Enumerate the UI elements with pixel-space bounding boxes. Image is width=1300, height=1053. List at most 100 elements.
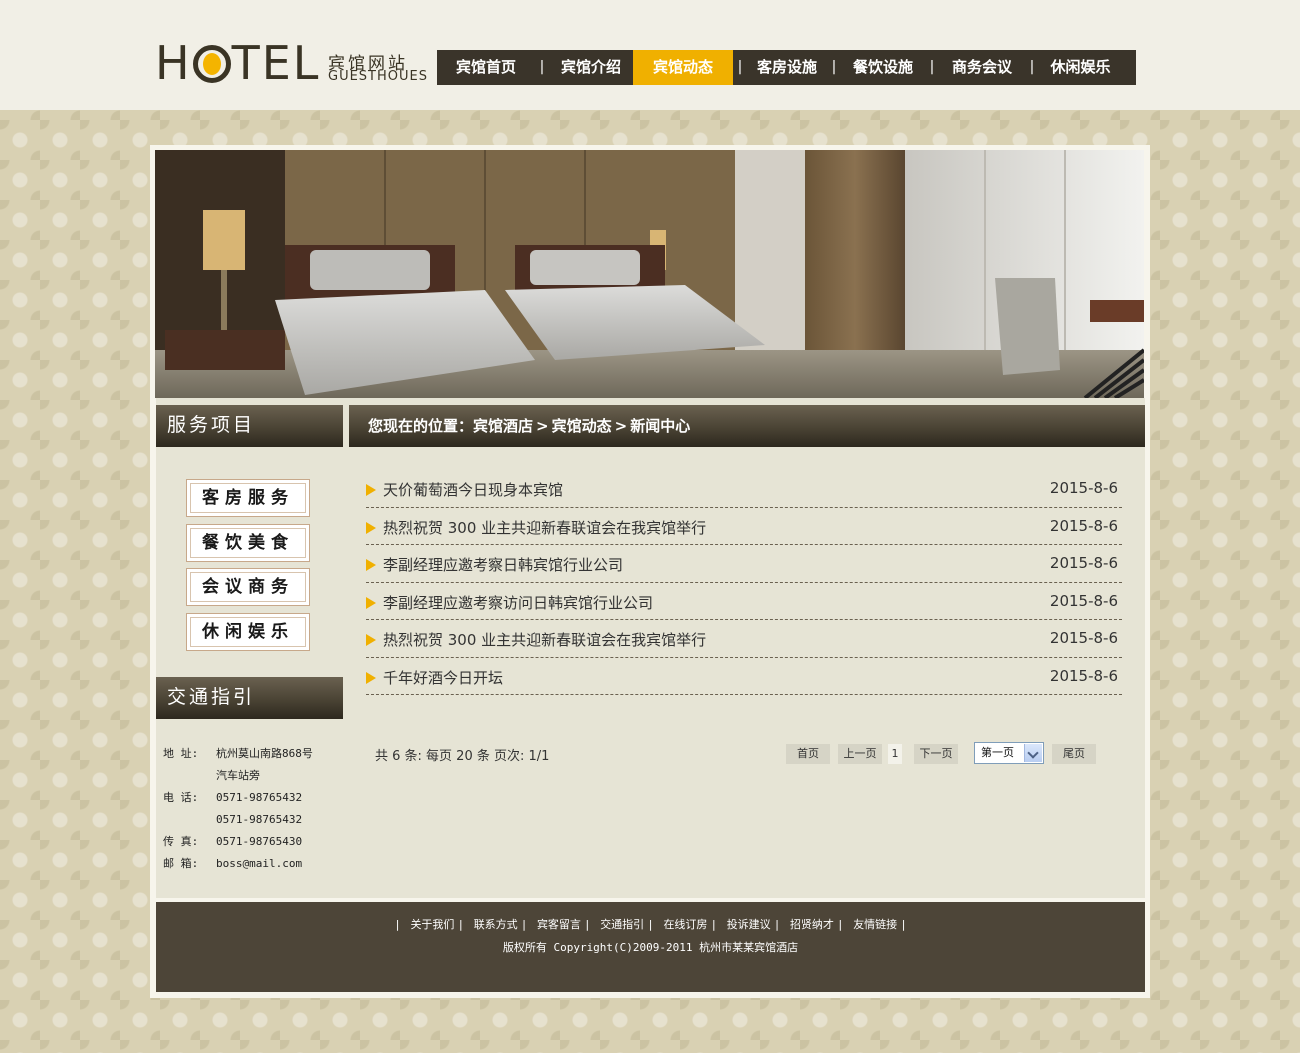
address-label: 地 址: xyxy=(163,747,199,760)
pager-first-button[interactable]: 首页 xyxy=(786,744,830,764)
bullet-triangle-icon xyxy=(366,484,376,496)
footer-link-feedback[interactable]: 投诉建议 xyxy=(727,918,771,931)
news-title[interactable]: 李副经理应邀考察日韩宾馆行业公司 xyxy=(383,554,623,575)
footer-separator: | xyxy=(836,918,844,931)
breadcrumb-item-hotel[interactable]: 宾馆酒店 xyxy=(473,417,533,435)
traffic-heading: 交通指引 xyxy=(156,677,343,719)
news-title[interactable]: 热烈祝贺 300 业主共迎新春联谊会在我宾馆举行 xyxy=(383,517,706,538)
breadcrumb-prefix: 您现在的位置： xyxy=(368,417,474,435)
main-nav: 宾馆首页 | 宾馆介绍 宾馆动态 | 客房设施 | 餐饮设施 | 商务会议 | … xyxy=(437,50,1136,85)
news-item[interactable]: 李副经理应邀考察日韩宾馆行业公司 2015-8-6 xyxy=(366,545,1122,583)
bullet-triangle-icon xyxy=(366,521,376,534)
news-item[interactable]: 李副经理应邀考察访问日韩宾馆行业公司 2015-8-6 xyxy=(366,583,1122,620)
service-button-label: 餐饮美食 xyxy=(190,528,306,558)
bullet-triangle-icon xyxy=(366,634,376,646)
breadcrumb-separator: > xyxy=(614,417,628,435)
news-title[interactable]: 天价葡萄酒今日现身本宾馆 xyxy=(383,479,563,500)
news-item[interactable]: 热烈祝贺 300 业主共迎新春联谊会在我宾馆举行 2015-8-6 xyxy=(366,620,1122,658)
nav-item-dining[interactable]: 餐饮设施 xyxy=(841,50,925,85)
pager-summary: 共 6 条: 每页 20 条 页次: 1/1 xyxy=(375,749,550,764)
footer-link-directions[interactable]: 交通指引 xyxy=(600,918,644,931)
phone-1: 0571-98765432 xyxy=(216,791,303,804)
pager-select-value: 第一页 xyxy=(981,746,1014,759)
nav-separator: | xyxy=(929,59,935,75)
hotel-room-banner xyxy=(155,150,1144,398)
pager-current-page: 1 xyxy=(888,744,902,764)
footer-separator: | xyxy=(710,918,718,931)
nav-item-business[interactable]: 商务会议 xyxy=(939,50,1025,85)
footer-separator: | xyxy=(394,918,401,931)
service-button-meetings[interactable]: 会议商务 xyxy=(186,568,310,606)
logo-en-subtitle: GUESTHOUES xyxy=(328,69,428,84)
nav-separator: | xyxy=(1029,59,1035,75)
news-date: 2015-8-6 xyxy=(1049,479,1118,497)
address-line1: 杭州莫山南路868号 xyxy=(216,747,313,760)
pager-page-select[interactable]: 第一页 xyxy=(974,742,1044,764)
footer-copyright: 版权所有 Copyright(C)2009-2011 杭州市某某宾馆酒店 xyxy=(502,941,799,954)
bullet-triangle-icon xyxy=(366,559,376,571)
logo-o-mark xyxy=(192,45,231,83)
site-footer: | 关于我们 | 联系方式 | 宾客留言 | 交通指引 | 在线订房 | 投诉建议 | 招贤… xyxy=(156,902,1145,992)
service-button-rooms[interactable]: 客房服务 xyxy=(186,479,310,517)
service-button-leisure[interactable]: 休闲娱乐 xyxy=(186,613,310,651)
nav-item-leisure[interactable]: 休闲娱乐 xyxy=(1039,50,1122,85)
footer-link-guestbook[interactable]: 宾客留言 xyxy=(537,918,581,931)
news-title[interactable]: 李副经理应邀考察访问日韩宾馆行业公司 xyxy=(383,592,653,613)
service-button-dining[interactable]: 餐饮美食 xyxy=(186,524,310,562)
nav-separator: | xyxy=(831,59,837,75)
news-item[interactable]: 天价葡萄酒今日现身本宾馆 2015-8-6 xyxy=(366,470,1122,508)
footer-link-jobs[interactable]: 招贤纳才 xyxy=(790,918,834,931)
nav-item-about[interactable]: 宾馆介绍 xyxy=(549,50,633,85)
news-date: 2015-8-6 xyxy=(1049,666,1118,685)
nav-separator: | xyxy=(737,59,743,75)
breadcrumb-item-newscenter: 新闻中心 xyxy=(630,417,691,435)
email-address[interactable]: boss@mail.com xyxy=(216,857,302,870)
footer-separator: | xyxy=(773,918,781,931)
bullet-triangle-icon xyxy=(366,671,376,684)
footer-separator: | xyxy=(900,918,907,931)
email-label: 邮 箱: xyxy=(163,857,199,870)
footer-separator: | xyxy=(457,918,465,931)
breadcrumb-item-news[interactable]: 宾馆动态 xyxy=(552,417,612,435)
pager-last-button[interactable]: 尾页 xyxy=(1052,744,1096,764)
footer-separator: | xyxy=(583,918,591,931)
news-date: 2015-8-6 xyxy=(1049,629,1118,647)
breadcrumb-separator: > xyxy=(536,417,549,435)
footer-link-about[interactable]: 关于我们 xyxy=(410,918,454,931)
news-item[interactable]: 热烈祝贺 300 业主共迎新春联谊会在我宾馆举行 2015-8-6 xyxy=(366,508,1122,545)
nav-item-news[interactable]: 宾馆动态 xyxy=(633,50,733,85)
news-date: 2015-8-6 xyxy=(1049,516,1118,535)
pager-next-button[interactable]: 下一页 xyxy=(914,744,958,764)
news-date: 2015-8-6 xyxy=(1049,591,1118,610)
footer-links: | 关于我们 | 联系方式 | 宾客留言 | 交通指引 | 在线订房 | 投诉建议 | 招贤… xyxy=(156,916,1145,932)
news-date: 2015-8-6 xyxy=(1049,554,1118,572)
news-item[interactable]: 千年好酒今日开坛 2015-8-6 xyxy=(366,658,1122,695)
footer-link-booking[interactable]: 在线订房 xyxy=(663,918,707,931)
fax-number: 0571-98765430 xyxy=(216,835,303,848)
news-title[interactable]: 热烈祝贺 300 业主共迎新春联谊会在我宾馆举行 xyxy=(383,629,706,650)
footer-link-friends[interactable]: 友情链接 xyxy=(853,918,897,931)
fax-label: 传 真: xyxy=(163,835,199,848)
bullet-triangle-icon xyxy=(366,596,376,609)
address-line2: 汽车站旁 xyxy=(216,769,260,782)
service-button-label: 客房服务 xyxy=(190,483,306,513)
logo-wordmark: H TEL xyxy=(155,36,321,90)
service-button-label: 休闲娱乐 xyxy=(190,617,306,647)
chevron-down-icon[interactable] xyxy=(1024,744,1042,762)
nav-item-rooms[interactable]: 客房设施 xyxy=(747,50,827,85)
footer-link-contact[interactable]: 联系方式 xyxy=(474,918,518,931)
phone-2: 0571-98765432 xyxy=(216,813,303,826)
phone-label: 电 话: xyxy=(163,791,199,804)
banner-image xyxy=(155,150,1144,398)
nav-separator: | xyxy=(539,59,545,75)
contact-info: 地 址: 杭州莫山南路868号 汽车站旁 电 话: 0571-98765432 05… xyxy=(163,743,313,875)
nav-item-home[interactable]: 宾馆首页 xyxy=(437,50,535,85)
services-heading: 服务项目 xyxy=(156,405,343,447)
footer-separator: | xyxy=(647,918,654,931)
footer-separator: | xyxy=(520,918,528,931)
service-button-label: 会议商务 xyxy=(190,572,306,602)
news-list: 天价葡萄酒今日现身本宾馆 2015-8-6 热烈祝贺 300 业主共迎新春联谊会… xyxy=(366,470,1122,695)
pager-prev-button[interactable]: 上一页 xyxy=(838,744,882,764)
news-title[interactable]: 千年好酒今日开坛 xyxy=(383,667,503,688)
breadcrumb: 您现在的位置：宾馆酒店 > 宾馆动态 > 新闻中心 xyxy=(349,405,1145,447)
